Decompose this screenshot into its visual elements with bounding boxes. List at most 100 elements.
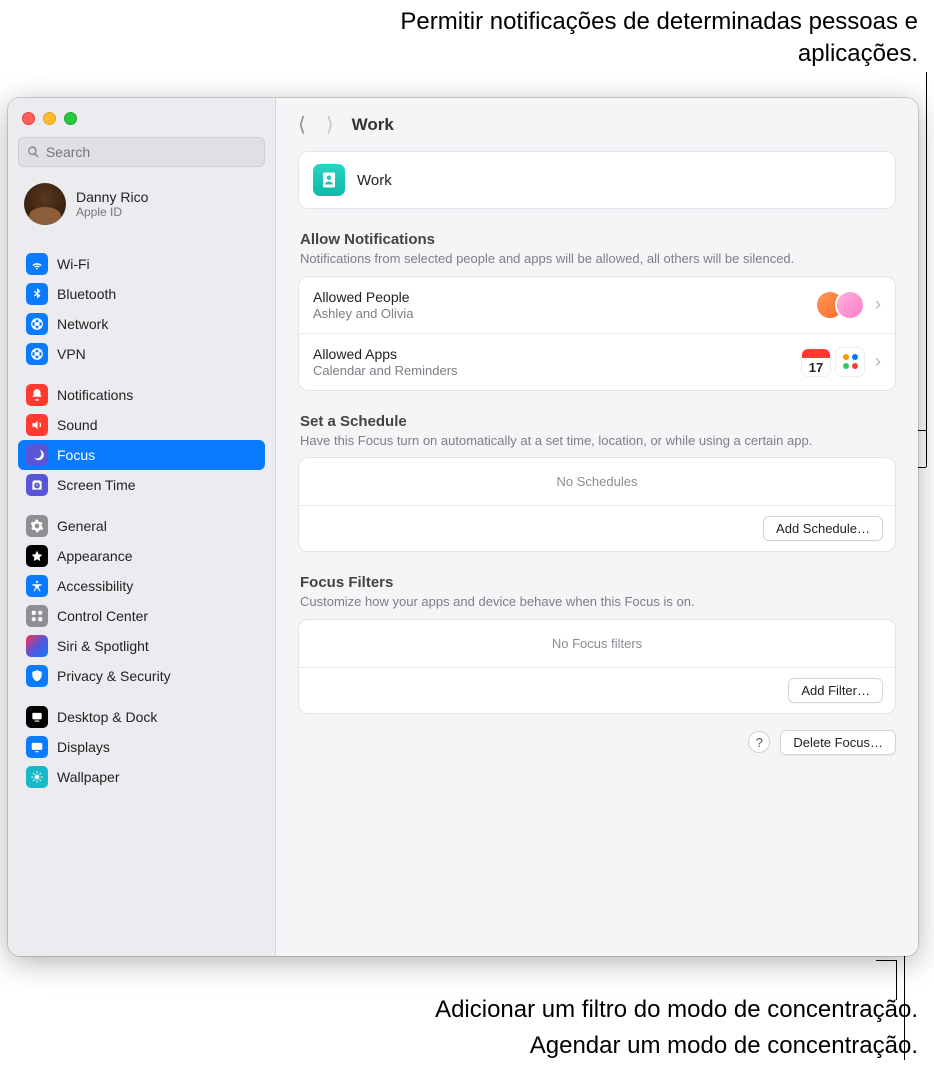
window-controls xyxy=(18,106,265,137)
sidebar-item-displays[interactable]: Displays xyxy=(18,732,265,762)
calendar-app-icon: 17 xyxy=(801,347,831,377)
sidebar: Danny Rico Apple ID Wi-Fi Bluetooth Networ… xyxy=(8,98,276,956)
sidebar-item-label: Bluetooth xyxy=(57,286,116,302)
filters-action-row: Add Filter… xyxy=(299,667,895,713)
close-window-button[interactable] xyxy=(22,112,35,125)
filters-section-header: Focus Filters Customize how your apps an… xyxy=(300,574,894,611)
chevron-right-icon: › xyxy=(875,351,881,372)
help-button[interactable]: ? xyxy=(748,731,770,753)
maximize-window-button[interactable] xyxy=(64,112,77,125)
desktop-dock-icon xyxy=(26,706,48,728)
general-icon xyxy=(26,515,48,537)
schedule-action-row: Add Schedule… xyxy=(299,505,895,551)
search-input[interactable] xyxy=(46,144,256,160)
sidebar-item-label: Focus xyxy=(57,447,95,463)
sidebar-item-sound[interactable]: Sound xyxy=(18,410,265,440)
sidebar-item-label: Desktop & Dock xyxy=(57,709,157,725)
sidebar-item-bluetooth[interactable]: Bluetooth xyxy=(18,279,265,309)
sidebar-item-label: Network xyxy=(57,316,108,332)
sound-icon xyxy=(26,414,48,436)
schedule-title: Set a Schedule xyxy=(300,413,894,430)
displays-icon xyxy=(26,736,48,758)
sidebar-item-accessibility[interactable]: Accessibility xyxy=(18,571,265,601)
add-filter-button[interactable]: Add Filter… xyxy=(788,678,883,703)
sidebar-item-label: Sound xyxy=(57,417,97,433)
sidebar-item-general[interactable]: General xyxy=(18,511,265,541)
badge-icon xyxy=(313,164,345,196)
content: Work Allow Notifications Notifications f… xyxy=(276,147,918,775)
accessibility-icon xyxy=(26,575,48,597)
allow-card: Allowed People Ashley and Olivia › Allow… xyxy=(298,276,896,391)
sidebar-item-control-center[interactable]: Control Center xyxy=(18,601,265,631)
sidebar-item-privacy-security[interactable]: Privacy & Security xyxy=(18,661,265,691)
search-field[interactable] xyxy=(18,137,265,167)
appearance-icon xyxy=(26,545,48,567)
chevron-right-icon: › xyxy=(875,294,881,315)
allow-section-header: Allow Notifications Notifications from s… xyxy=(300,231,894,268)
callout-top: Permitir notificações de determinadas pe… xyxy=(378,6,918,71)
sidebar-item-label: Control Center xyxy=(57,608,148,624)
toolbar: ⟨ ⟩ Work xyxy=(276,98,918,147)
delete-focus-button[interactable]: Delete Focus… xyxy=(780,730,896,755)
allowed-apps-title: Allowed Apps xyxy=(313,346,458,362)
schedule-card: No Schedules Add Schedule… xyxy=(298,457,896,552)
add-schedule-button[interactable]: Add Schedule… xyxy=(763,516,883,541)
sidebar-item-label: VPN xyxy=(57,346,86,362)
sidebar-item-screen-time[interactable]: Screen Time xyxy=(18,470,265,500)
avatar-person-2 xyxy=(835,290,865,320)
sidebar-item-desktop-dock[interactable]: Desktop & Dock xyxy=(18,702,265,732)
sidebar-item-label: Appearance xyxy=(57,548,133,564)
allowed-apps-sub: Calendar and Reminders xyxy=(313,363,458,378)
sidebar-item-network[interactable]: Network xyxy=(18,309,265,339)
wallpaper-icon xyxy=(26,766,48,788)
sidebar-item-label: General xyxy=(57,518,107,534)
sidebar-nav: Wi-Fi Bluetooth Network VPN Notifications Sou… xyxy=(18,239,265,792)
privacy-security-icon xyxy=(26,665,48,687)
allowed-people-row[interactable]: Allowed People Ashley and Olivia › xyxy=(299,277,895,333)
people-avatars xyxy=(815,290,865,320)
sidebar-item-label: Displays xyxy=(57,739,110,755)
apple-id-profile[interactable]: Danny Rico Apple ID xyxy=(18,167,265,239)
sidebar-item-vpn[interactable]: VPN xyxy=(18,339,265,369)
allow-desc: Notifications from selected people and a… xyxy=(300,250,894,268)
allowed-apps-row[interactable]: Allowed Apps Calendar and Reminders 17 xyxy=(299,333,895,390)
filters-empty: No Focus filters xyxy=(299,620,895,667)
profile-sub: Apple ID xyxy=(76,205,148,219)
filters-desc: Customize how your apps and device behav… xyxy=(300,593,894,611)
nav-buttons: ⟨ ⟩ xyxy=(298,112,334,137)
sidebar-item-label: Privacy & Security xyxy=(57,668,171,684)
sidebar-item-notifications[interactable]: Notifications xyxy=(18,380,265,410)
schedule-section-header: Set a Schedule Have this Focus turn on a… xyxy=(300,413,894,450)
allowed-people-title: Allowed People xyxy=(313,289,413,305)
sidebar-item-label: Siri & Spotlight xyxy=(57,638,149,654)
callout-line xyxy=(926,72,927,467)
sidebar-item-label: Wallpaper xyxy=(57,769,120,785)
footer-bar: ? Delete Focus… xyxy=(298,730,896,755)
wi-fi-icon xyxy=(26,253,48,275)
filters-card: No Focus filters Add Filter… xyxy=(298,619,896,714)
siri-spotlight-icon xyxy=(26,635,48,657)
schedule-empty: No Schedules xyxy=(299,458,895,505)
sidebar-item-wi-fi[interactable]: Wi-Fi xyxy=(18,249,265,279)
notifications-icon xyxy=(26,384,48,406)
settings-window: Danny Rico Apple ID Wi-Fi Bluetooth Networ… xyxy=(8,98,918,956)
sidebar-item-focus[interactable]: Focus xyxy=(18,440,265,470)
app-icons: 17 xyxy=(801,347,865,377)
allowed-people-sub: Ashley and Olivia xyxy=(313,306,413,321)
sidebar-item-label: Accessibility xyxy=(57,578,133,594)
focus-name: Work xyxy=(357,172,392,189)
forward-button[interactable]: ⟩ xyxy=(326,112,334,137)
back-button[interactable]: ⟨ xyxy=(298,112,306,137)
vpn-icon xyxy=(26,343,48,365)
callout-add-filter: Adicionar um filtro do modo de concentra… xyxy=(218,994,918,1026)
page-title: Work xyxy=(352,115,394,135)
sidebar-item-appearance[interactable]: Appearance xyxy=(18,541,265,571)
sidebar-item-wallpaper[interactable]: Wallpaper xyxy=(18,762,265,792)
control-center-icon xyxy=(26,605,48,627)
sidebar-item-siri-spotlight[interactable]: Siri & Spotlight xyxy=(18,631,265,661)
sidebar-item-label: Screen Time xyxy=(57,477,136,493)
focus-icon xyxy=(26,444,48,466)
reminders-app-icon xyxy=(835,347,865,377)
minimize-window-button[interactable] xyxy=(43,112,56,125)
sidebar-item-label: Notifications xyxy=(57,387,133,403)
